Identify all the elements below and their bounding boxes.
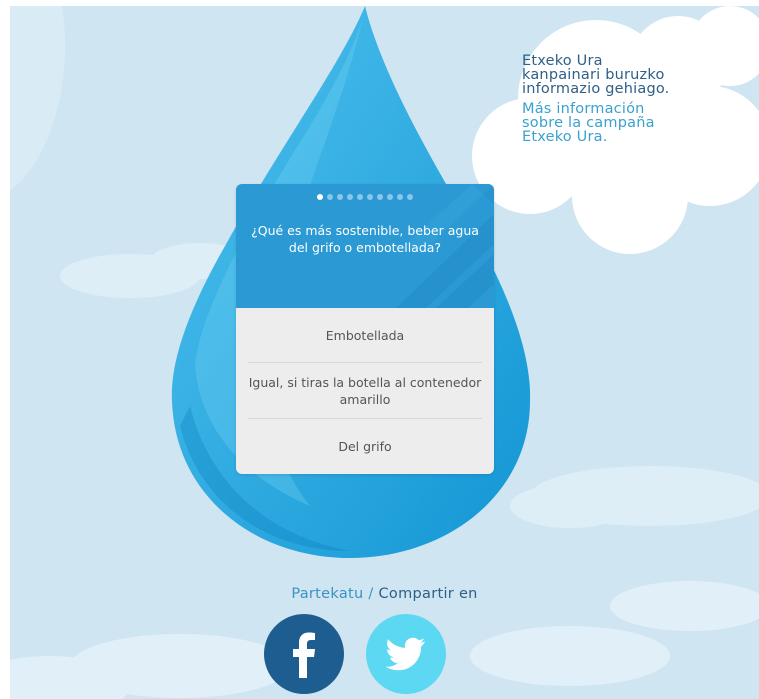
quiz-header: ¿Qué es más sostenible, beber agua del g… — [236, 184, 494, 308]
share-label: Partekatu / Compartir en — [10, 586, 759, 602]
share-separator: / — [363, 586, 379, 602]
progress-dot — [357, 194, 363, 200]
quiz-answers: Embotellada Igual, si tiras la botella a… — [236, 308, 494, 474]
info-basque-text[interactable]: Etxeko Ura kanpainari buruzko informazio… — [522, 54, 682, 97]
progress-dots — [236, 194, 494, 200]
progress-dot — [377, 194, 383, 200]
progress-dot — [337, 194, 343, 200]
answer-option[interactable]: Embotellada — [248, 308, 482, 363]
campaign-info[interactable]: Etxeko Ura kanpainari buruzko informazio… — [522, 54, 682, 145]
answer-option[interactable]: Igual, si tiras la botella al contenedor… — [248, 363, 482, 419]
share-basque: Partekatu — [291, 586, 364, 602]
facebook-icon — [293, 632, 315, 678]
info-spanish-text[interactable]: Más información sobre la campaña Etxeko … — [522, 102, 682, 145]
progress-dot — [347, 194, 353, 200]
twitter-icon — [386, 637, 425, 671]
progress-dot-active — [317, 194, 323, 200]
progress-dot — [327, 194, 333, 200]
quiz-question: ¿Qué es más sostenible, beber agua del g… — [251, 223, 479, 255]
twitter-share-button[interactable] — [366, 614, 446, 694]
page-frame: Etxeko Ura kanpainari buruzko informazio… — [10, 6, 759, 699]
progress-dot — [397, 194, 403, 200]
facebook-share-button[interactable] — [264, 614, 344, 694]
answer-option[interactable]: Del grifo — [236, 419, 494, 474]
share-spanish: Compartir en — [378, 586, 478, 602]
progress-dot — [387, 194, 393, 200]
progress-dot — [407, 194, 413, 200]
progress-dot — [367, 194, 373, 200]
quiz-card: ¿Qué es más sostenible, beber agua del g… — [236, 184, 494, 474]
